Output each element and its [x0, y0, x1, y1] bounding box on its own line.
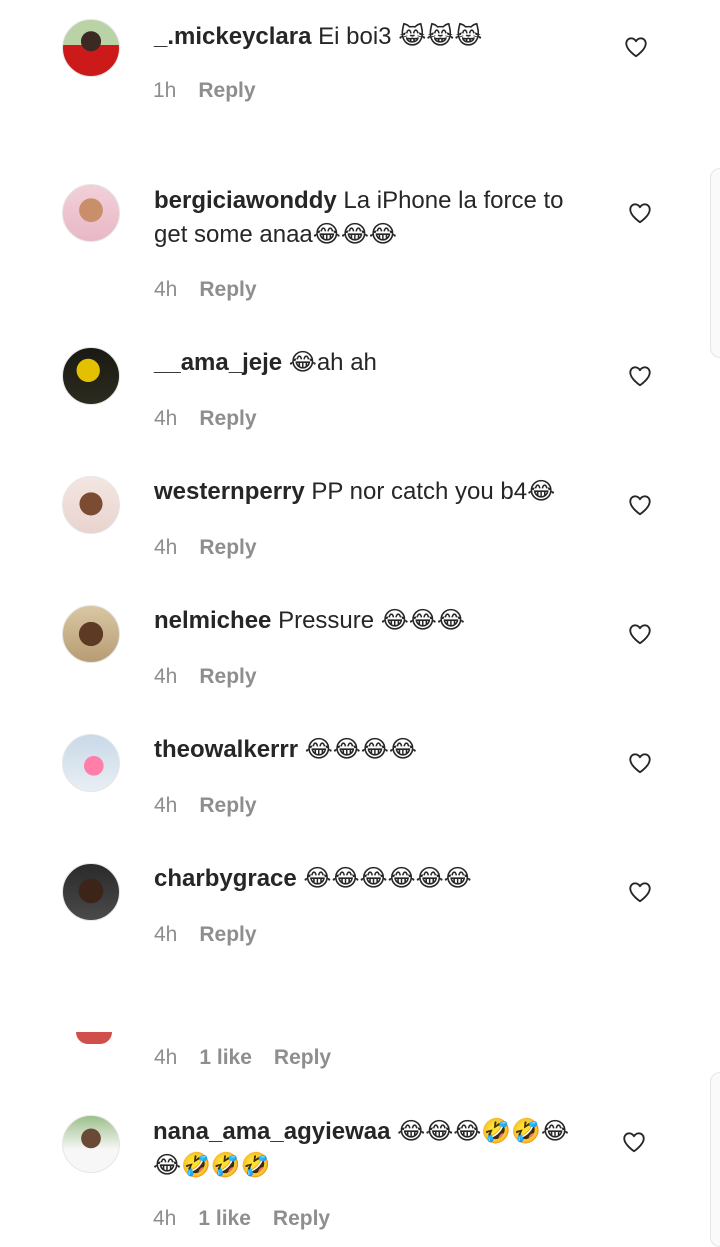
comment-time: 4h: [154, 1046, 178, 1069]
heart-outline-icon[interactable]: [623, 34, 649, 60]
avatar[interactable]: [76, 1032, 112, 1044]
comment-username[interactable]: theowalkerrr: [154, 736, 298, 763]
comment-time: 4h: [154, 536, 178, 559]
comment-username[interactable]: westernperry: [154, 478, 305, 505]
reply-button[interactable]: Reply: [199, 923, 256, 947]
comment-text: 😂ah ah: [288, 349, 377, 376]
avatar[interactable]: [62, 605, 120, 663]
heart-outline-icon[interactable]: [627, 200, 653, 226]
comment-time: 4h: [153, 1207, 177, 1230]
heart-outline-icon[interactable]: [621, 1129, 647, 1155]
reply-button[interactable]: Reply: [273, 1207, 330, 1231]
likes-count-button[interactable]: 1 like: [198, 1207, 251, 1231]
scrollbar-track[interactable]: [710, 1072, 720, 1247]
comment-username[interactable]: bergiciawonddy: [154, 187, 337, 214]
reply-button[interactable]: Reply: [199, 278, 256, 302]
comment-text: Ei boi3 😹😹😹: [318, 23, 483, 50]
avatar[interactable]: [62, 863, 120, 921]
heart-outline-icon[interactable]: [627, 750, 653, 776]
comment-time: 1h: [153, 79, 177, 102]
comment-time: 4h: [154, 923, 178, 946]
reply-button[interactable]: Reply: [198, 79, 255, 103]
heart-outline-icon[interactable]: [627, 621, 653, 647]
reply-button[interactable]: Reply: [199, 665, 256, 689]
avatar[interactable]: [62, 476, 120, 534]
scrollbar-track[interactable]: [710, 168, 720, 358]
avatar[interactable]: [62, 184, 120, 242]
comment-time: 4h: [154, 278, 178, 301]
comment-username[interactable]: _.mickeyclara: [154, 23, 311, 50]
reply-button[interactable]: Reply: [199, 407, 256, 431]
comment-username[interactable]: charbygrace: [154, 865, 297, 892]
reply-button[interactable]: Reply: [274, 1046, 331, 1070]
comment-text: PP nor catch you b4😂: [311, 478, 556, 505]
avatar[interactable]: [62, 347, 120, 405]
comment-text: Pressure 😂😂😂: [278, 607, 465, 634]
heart-outline-icon[interactable]: [627, 492, 653, 518]
comment-time: 4h: [154, 665, 178, 688]
comment-username[interactable]: nana_ama_agyiewaa: [153, 1118, 390, 1145]
comment-username[interactable]: nelmichee: [154, 607, 271, 634]
avatar[interactable]: [62, 19, 120, 77]
heart-outline-icon[interactable]: [627, 363, 653, 389]
comment-username[interactable]: __ama_jeje: [154, 349, 282, 376]
comment-text: 😂😂😂😂: [304, 736, 417, 763]
comment-time: 4h: [154, 407, 178, 430]
partial-comment-meta: 4h 1 like Reply: [154, 1046, 331, 1070]
avatar[interactable]: [62, 734, 120, 792]
reply-button[interactable]: Reply: [199, 536, 256, 560]
heart-outline-icon[interactable]: [627, 879, 653, 905]
comment-text: 😂😂😂😂😂😂: [303, 865, 472, 892]
likes-count-button[interactable]: 1 like: [199, 1046, 252, 1070]
reply-button[interactable]: Reply: [199, 794, 256, 818]
avatar[interactable]: [62, 1115, 120, 1173]
comment-time: 4h: [154, 794, 178, 817]
